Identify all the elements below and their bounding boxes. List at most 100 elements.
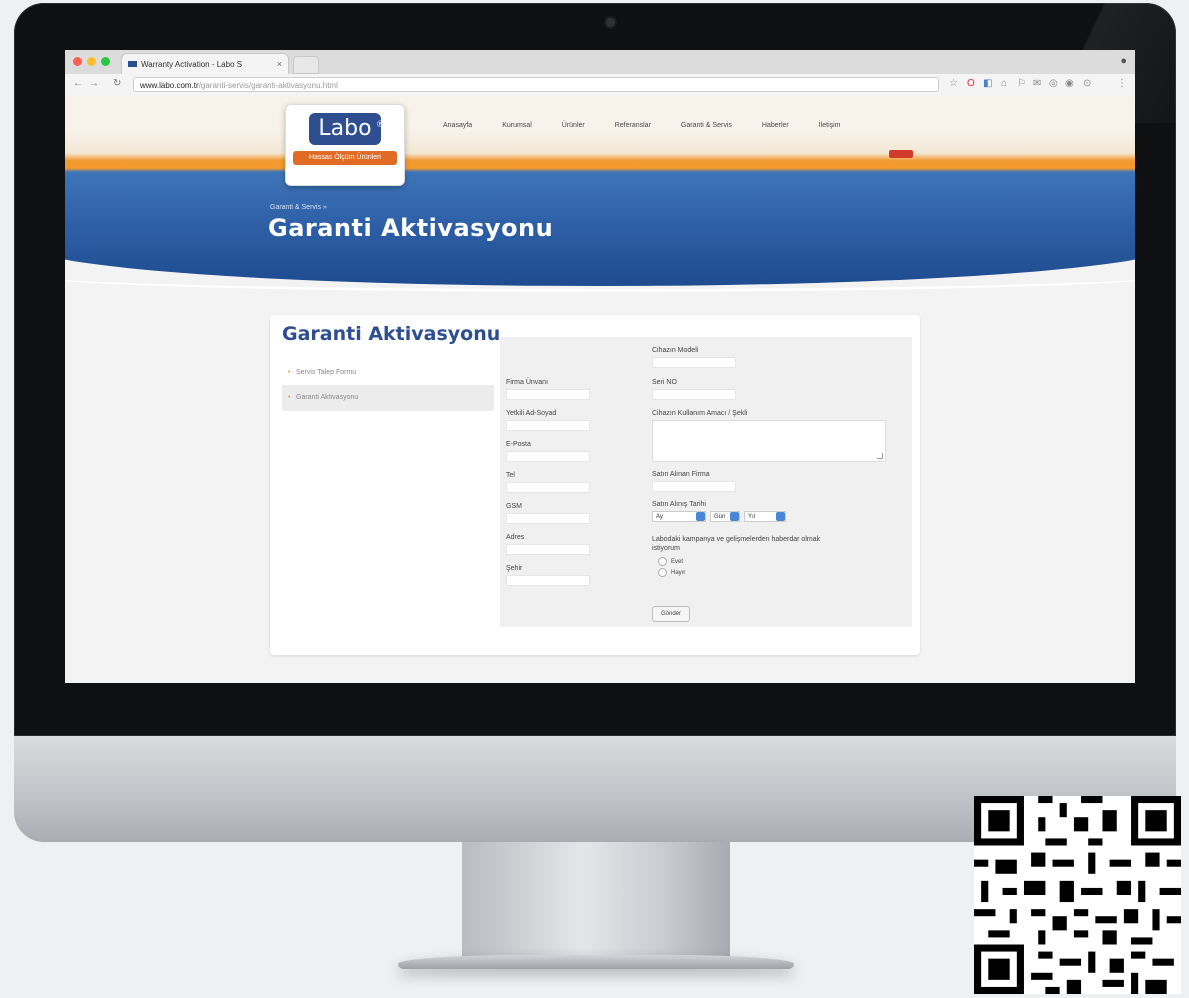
logo-text: Labo bbox=[318, 116, 372, 141]
sehir-input[interactable] bbox=[506, 575, 590, 586]
label-kampanya: Labodaki kampanya ve gelişmelerden haber… bbox=[652, 536, 821, 552]
breadcrumb[interactable]: Garanti & Servis » bbox=[270, 204, 327, 211]
seri-input[interactable] bbox=[652, 389, 736, 400]
eposta-input[interactable] bbox=[506, 451, 590, 462]
extension-icon[interactable]: ◧ bbox=[983, 78, 992, 89]
tab-close-icon[interactable]: × bbox=[277, 59, 282, 69]
url-path: /garanti-servis/garanti-aktivasyonu.html bbox=[198, 81, 338, 90]
forward-icon[interactable]: → bbox=[89, 78, 99, 89]
menu-icon[interactable]: ⋮ bbox=[1117, 78, 1127, 89]
month-value: Ay bbox=[656, 514, 663, 520]
nav-haberler[interactable]: Haberler bbox=[762, 122, 789, 129]
extension-icon[interactable]: ✉ bbox=[1033, 78, 1041, 89]
field-seri: Seri NO bbox=[652, 379, 736, 400]
field-eposta: E-Posta bbox=[506, 441, 590, 462]
extension-icon[interactable]: ◎ bbox=[1049, 78, 1058, 89]
logo[interactable]: Labo ® Hassas Ölçüm Ürünleri bbox=[285, 104, 405, 186]
submit-button[interactable]: Gönder bbox=[652, 606, 690, 622]
page-title: Garanti Aktivasyonu bbox=[268, 214, 554, 242]
label-tarih: Satın Alınış Tarihi bbox=[652, 501, 706, 508]
extension-icon[interactable]: ⌂ bbox=[1001, 78, 1007, 89]
bookmark-star-icon[interactable]: ☆ bbox=[949, 78, 958, 89]
label-sehir: Şehir bbox=[506, 565, 523, 572]
field-adres: Adres bbox=[506, 534, 590, 555]
url-host: www.labo.com.tr bbox=[140, 81, 199, 90]
monitor-stand-foot bbox=[398, 955, 794, 969]
registered-icon: ® bbox=[376, 120, 385, 130]
nav-kurumsal[interactable]: Kurumsal bbox=[502, 122, 532, 129]
year-select[interactable]: Yıl bbox=[744, 511, 786, 522]
field-satin-alinan: Satın Alınan Firma bbox=[652, 471, 736, 492]
opera-icon[interactable]: O bbox=[967, 78, 975, 89]
label-satin-alinan: Satın Alınan Firma bbox=[652, 471, 710, 478]
language-badge[interactable] bbox=[889, 150, 913, 158]
field-kullanim: Cihazın Kullanım Amacı / Şekli bbox=[652, 410, 886, 462]
label-firma: Firma Ünvanı bbox=[506, 379, 549, 386]
chevron-down-icon bbox=[776, 512, 785, 521]
nav-garanti-servis[interactable]: Garanti & Servis bbox=[681, 122, 732, 129]
main-nav: Anasayfa Kurumsal Ürünler Referanslar Ga… bbox=[443, 122, 871, 129]
field-tel: Tel bbox=[506, 472, 590, 493]
label-yetkili: Yetkili Ad-Soyad bbox=[506, 410, 557, 417]
extension-icon[interactable]: ⊙ bbox=[1083, 78, 1091, 89]
browser-toolbar: ← → ↻ www.labo.com.tr/garanti-servis/gar… bbox=[65, 74, 1135, 97]
nav-iletisim[interactable]: İletişim bbox=[819, 122, 841, 129]
address-bar[interactable]: www.labo.com.tr/garanti-servis/garanti-a… bbox=[133, 77, 939, 92]
day-value: Gün bbox=[714, 514, 726, 520]
sidenav-item-servis-talep[interactable]: Servis Talep Formu bbox=[282, 361, 494, 386]
month-select[interactable]: Ay bbox=[652, 511, 706, 522]
extension-icon[interactable]: ◉ bbox=[1065, 78, 1074, 89]
side-nav: Servis Talep Formu Garanti Aktivasyonu bbox=[282, 361, 494, 411]
tab-title: Warranty Activation - Labo S bbox=[141, 59, 243, 69]
sidenav-item-garanti-aktivasyonu[interactable]: Garanti Aktivasyonu bbox=[282, 386, 494, 411]
chevron-down-icon bbox=[696, 512, 705, 521]
nav-anasayfa[interactable]: Anasayfa bbox=[443, 122, 472, 129]
field-kampanya: Labodaki kampanya ve gelişmelerden haber… bbox=[652, 535, 832, 578]
camera-icon bbox=[606, 18, 615, 27]
logo-mark: Labo ® bbox=[309, 113, 385, 145]
label-seri: Seri NO bbox=[652, 379, 677, 386]
back-icon[interactable]: ← bbox=[73, 78, 83, 89]
extension-icon[interactable]: ⚐ bbox=[1017, 78, 1026, 89]
logo-tagline: Hassas Ölçüm Ürünleri bbox=[293, 151, 397, 165]
tel-input[interactable] bbox=[506, 482, 590, 493]
year-value: Yıl bbox=[748, 514, 756, 520]
website: Labo ® Hassas Ölçüm Ürünleri Anasayfa Ku… bbox=[65, 96, 1135, 683]
monitor-stand bbox=[462, 842, 730, 962]
field-model: Cihazın Modeli bbox=[652, 347, 736, 368]
maximize-window-icon[interactable] bbox=[101, 57, 110, 66]
adres-input[interactable] bbox=[506, 544, 590, 555]
label-tel: Tel bbox=[506, 472, 515, 479]
label-gsm: GSM bbox=[506, 503, 522, 510]
firma-input[interactable] bbox=[506, 389, 590, 400]
field-tarih: Satın Alınış Tarihi Ay Gün Yıl bbox=[652, 501, 786, 522]
yetkili-input[interactable] bbox=[506, 420, 590, 431]
nav-urunler[interactable]: Ürünler bbox=[562, 122, 585, 129]
radio-hayir-label: Hayır bbox=[671, 569, 686, 576]
radio-icon bbox=[658, 557, 667, 566]
radio-icon bbox=[658, 568, 667, 577]
satin-alinan-input[interactable] bbox=[652, 481, 736, 492]
radio-evet[interactable]: Evet bbox=[652, 556, 832, 567]
radio-evet-label: Evet bbox=[671, 558, 684, 565]
chevron-down-icon bbox=[730, 512, 739, 521]
kullanim-textarea[interactable] bbox=[652, 420, 886, 462]
new-tab-button[interactable] bbox=[293, 56, 319, 74]
gsm-input[interactable] bbox=[506, 513, 590, 524]
panel-title: Garanti Aktivasyonu bbox=[282, 323, 501, 345]
day-select[interactable]: Gün bbox=[710, 511, 740, 522]
field-sehir: Şehir bbox=[506, 565, 590, 586]
close-window-icon[interactable] bbox=[73, 57, 82, 66]
label-model: Cihazın Modeli bbox=[652, 347, 699, 354]
account-icon[interactable]: ● bbox=[1120, 55, 1127, 67]
label-kullanim: Cihazın Kullanım Amacı / Şekli bbox=[652, 410, 748, 417]
reload-icon[interactable]: ↻ bbox=[113, 78, 121, 89]
qr-code bbox=[974, 796, 1181, 994]
nav-referanslar[interactable]: Referanslar bbox=[615, 122, 651, 129]
browser-tab[interactable]: Warranty Activation - Labo S × bbox=[121, 53, 289, 74]
model-input[interactable] bbox=[652, 357, 736, 368]
content-panel: Garanti Aktivasyonu Servis Talep Formu G… bbox=[270, 315, 920, 655]
warranty-form: Firma Ünvanı Yetkili Ad-Soyad E-Posta Te… bbox=[500, 337, 912, 627]
radio-hayir[interactable]: Hayır bbox=[652, 567, 832, 578]
minimize-window-icon[interactable] bbox=[87, 57, 96, 66]
